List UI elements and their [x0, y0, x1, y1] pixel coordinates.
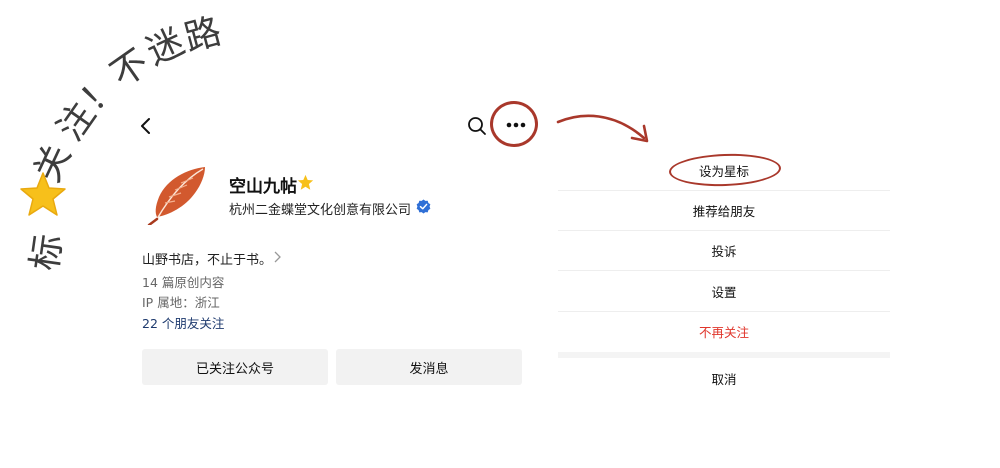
send-message-button[interactable]: 发消息	[336, 349, 522, 385]
friends-following[interactable]: 22 个朋友关注	[142, 313, 224, 332]
friends-count: 22 个	[142, 316, 175, 331]
ip-location: IP 属地：浙江	[142, 295, 220, 310]
menu-item-unfollow[interactable]: 不再关注	[558, 311, 890, 351]
star-icon	[20, 172, 66, 216]
menu-item-recommend[interactable]: 推荐给朋友	[558, 190, 890, 230]
menu-item-report[interactable]: 投诉	[558, 230, 890, 270]
account-name: 空山九帖	[229, 177, 297, 197]
handwriting-char: 标	[24, 231, 71, 274]
verified-badge-icon	[416, 199, 431, 214]
friends-link[interactable]: 朋友关注	[174, 316, 224, 331]
followed-button[interactable]: 已关注公众号	[142, 349, 328, 385]
menu-item-settings[interactable]: 设置	[558, 271, 890, 311]
account-company: 杭州二金蝶堂文化创意有限公司	[229, 203, 412, 218]
annotation-arrow	[556, 114, 649, 143]
search-icon[interactable]	[466, 115, 488, 137]
cancel-button[interactable]: 取消	[558, 358, 890, 398]
article-count: 14 篇原创内容	[142, 275, 225, 290]
chevron-right-icon	[274, 251, 281, 263]
more-options-icon[interactable]	[503, 116, 529, 134]
starred-icon	[297, 174, 314, 190]
back-icon[interactable]	[136, 114, 156, 138]
account-bio[interactable]: 山野书店，不止于书。	[142, 249, 272, 268]
account-logo-feather	[147, 167, 205, 225]
